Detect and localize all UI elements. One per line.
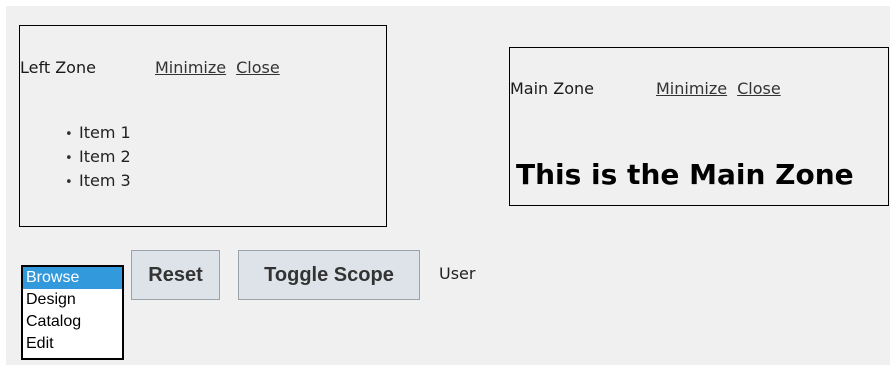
left-zone-header: Left Zone Minimize Close bbox=[20, 58, 290, 78]
scope-label: User bbox=[439, 264, 476, 283]
left-zone-minimize-link[interactable]: Minimize bbox=[155, 58, 226, 77]
main-zone-title: Main Zone bbox=[510, 79, 595, 98]
main-zone-close-link[interactable]: Close bbox=[737, 79, 781, 98]
list-item: Item 2 bbox=[65, 146, 131, 170]
display-mode-option-catalog[interactable]: Catalog bbox=[23, 311, 122, 333]
display-mode-listbox[interactable]: Browse Design Catalog Edit bbox=[21, 265, 124, 360]
left-zone-close-link[interactable]: Close bbox=[236, 58, 280, 77]
reset-button[interactable]: Reset bbox=[131, 250, 220, 300]
display-mode-option-design[interactable]: Design bbox=[23, 289, 122, 311]
display-mode-option-browse[interactable]: Browse bbox=[23, 267, 122, 289]
left-zone-item-list: Item 1 Item 2 Item 3 bbox=[65, 122, 131, 194]
main-zone-header: Main Zone Minimize Close bbox=[510, 79, 791, 99]
main-zone-minimize-link[interactable]: Minimize bbox=[656, 79, 727, 98]
toggle-scope-button[interactable]: Toggle Scope bbox=[238, 250, 420, 300]
list-item: Item 3 bbox=[65, 170, 131, 194]
list-item: Item 1 bbox=[65, 122, 131, 146]
display-mode-option-edit[interactable]: Edit bbox=[23, 333, 122, 355]
main-zone: Main Zone Minimize Close This is the Main … bbox=[509, 47, 889, 206]
left-zone-title: Left Zone bbox=[20, 58, 96, 77]
left-zone: Left Zone Minimize Close Item 1 Item 2 Ite… bbox=[19, 25, 387, 227]
main-zone-heading: This is the Main Zone bbox=[516, 158, 854, 191]
